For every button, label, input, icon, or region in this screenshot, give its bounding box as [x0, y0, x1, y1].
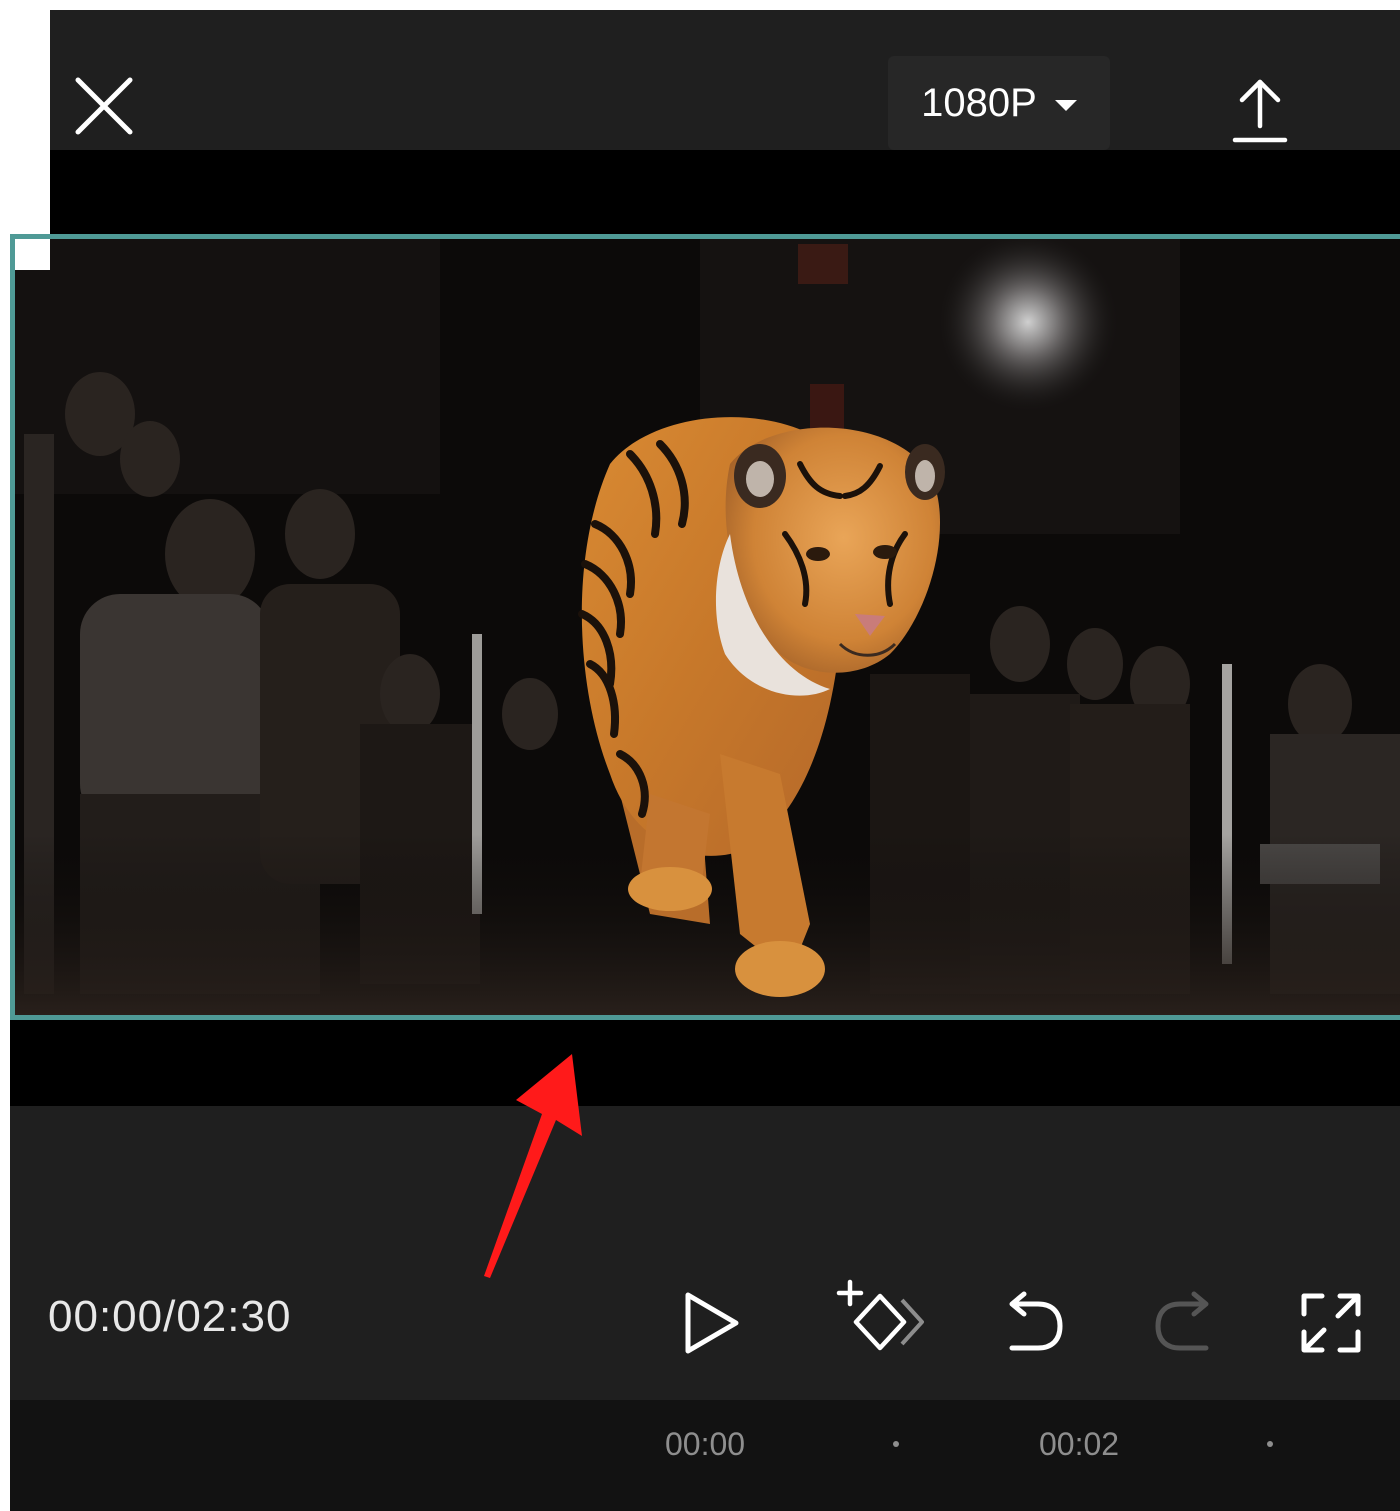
fullscreen-button[interactable] — [1298, 1290, 1364, 1356]
page-background — [0, 234, 50, 270]
export-button[interactable] — [1225, 76, 1295, 148]
timeline-tick-label: 00:00 — [665, 1426, 746, 1462]
close-icon — [75, 77, 133, 135]
add-keyframe-icon — [836, 1279, 924, 1351]
fullscreen-icon — [1301, 1293, 1361, 1353]
redo-button[interactable] — [1152, 1290, 1214, 1356]
timeline-tick-dot — [893, 1441, 899, 1447]
close-button[interactable] — [70, 72, 138, 140]
upload-icon — [1232, 79, 1288, 143]
undo-icon — [1009, 1291, 1063, 1351]
top-bar: 1080P — [50, 10, 1400, 150]
play-button[interactable] — [680, 1290, 742, 1356]
resolution-label: 1080P — [921, 80, 1037, 125]
play-icon — [685, 1292, 739, 1354]
undo-button[interactable] — [1004, 1290, 1066, 1356]
video-editor-app: 1080P 00:00/02:30 00:00 00:02 — [0, 0, 1400, 1511]
timeline-tick-label: 00:02 — [1039, 1426, 1120, 1462]
timeline-tick-dot — [1267, 1441, 1273, 1447]
resolution-dropdown[interactable]: 1080P — [888, 56, 1110, 150]
caret-down-icon — [1054, 99, 1077, 111]
letterbox-bottom — [10, 1020, 1400, 1106]
video-preview[interactable] — [10, 234, 1400, 1020]
tiger-video-frame — [10, 234, 1400, 1020]
add-keyframe-button[interactable] — [834, 1278, 928, 1358]
timecode: 00:00/02:30 — [48, 1292, 292, 1341]
letterbox-top — [50, 150, 1400, 234]
redo-icon — [1155, 1291, 1209, 1351]
